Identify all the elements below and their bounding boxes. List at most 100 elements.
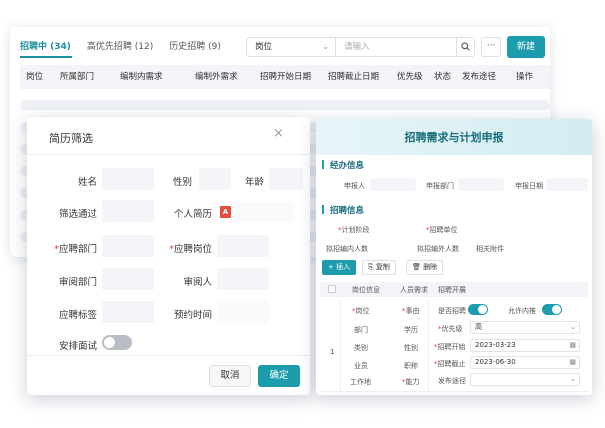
calendar-icon: ▦ [569, 358, 576, 366]
name-field[interactable] [102, 168, 154, 190]
priority-select[interactable]: 高 ⌄ [470, 321, 580, 334]
close-icon[interactable]: × [273, 126, 284, 141]
insert-button[interactable]: + 插入 [322, 260, 357, 275]
search-input[interactable]: 请输入 [335, 37, 475, 57]
arrange-interview-toggle[interactable] [102, 335, 132, 350]
copy-button[interactable]: ⎘ 复制 [362, 260, 396, 275]
col-header: 所属部门 [60, 72, 95, 82]
staff-label: 业员 [354, 362, 368, 370]
publish-channel-label: 发布途径 [438, 377, 466, 385]
planned-in-label: 拟招编内人数 [326, 245, 368, 253]
search-placeholder: 请输入 [344, 42, 370, 52]
section-marker [322, 205, 324, 214]
col-header: 岗位 [26, 72, 44, 82]
publish-channel-select[interactable]: ⌄ [470, 373, 580, 386]
status-tabs: 招聘中 (34) 高优先招聘 (12) 历史招聘 (9) [20, 39, 221, 57]
row-index: 1 [330, 348, 335, 356]
tab-high-priority[interactable]: 高优先招聘 (12) [87, 39, 153, 57]
apply-tag-field[interactable] [102, 301, 154, 323]
new-button[interactable]: 新建 [507, 36, 545, 58]
attachment-label: 相关附件 [476, 245, 504, 253]
subtab-recruit-progress[interactable]: 招聘开展 [438, 285, 466, 295]
position-label: *岗位 [352, 307, 370, 315]
delete-button[interactable]: 🗑 删除 [406, 260, 444, 275]
passed-label: 筛选通过 [58, 209, 97, 220]
active-tab-indicator [20, 56, 72, 58]
apply-dept-field[interactable] [102, 235, 154, 257]
apply-date-field[interactable] [546, 178, 588, 191]
divider [27, 154, 310, 155]
col-header: 状态 [434, 72, 452, 82]
recruitment-plan-dialog: 招聘需求与计划申报 经办信息 申报人 申报部门 申报日期 招聘信息 *计划阶段 … [316, 119, 592, 395]
select-all-checkbox[interactable] [328, 285, 336, 293]
apply-dept-label: *应聘部门 [54, 244, 97, 255]
gender-field[interactable] [199, 168, 231, 190]
apply-position-label: *应聘岗位 [169, 244, 212, 255]
col-header: 优先级 [397, 72, 423, 82]
chevron-down-icon: ⌄ [322, 42, 329, 51]
age-field[interactable] [269, 168, 303, 190]
applicant-dept-label: 申报部门 [426, 182, 454, 190]
applicant-dept-field[interactable] [458, 178, 504, 191]
workplace-label: 工作地 [350, 378, 371, 386]
dept-label: 部门 [354, 326, 368, 334]
section-marker [322, 160, 324, 169]
age-label: 年龄 [244, 177, 264, 188]
name-label: 姓名 [77, 177, 97, 188]
gender-label: 性别 [172, 177, 192, 188]
tab-recruiting[interactable]: 招聘中 (34) [20, 39, 71, 57]
toggle-knob [104, 337, 115, 348]
pdf-file-icon[interactable]: A [220, 206, 231, 218]
col-header: 招聘截止日期 [328, 72, 380, 82]
start-date-field[interactable]: 2023-03-23 ▦ [470, 339, 580, 352]
col-header: 发布途径 [462, 72, 497, 82]
end-date-field[interactable]: 2023-06-30 ▦ [470, 356, 580, 369]
appointment-time-field[interactable] [217, 301, 269, 323]
calendar-icon: ▦ [569, 341, 576, 349]
table-row[interactable] [20, 100, 550, 110]
recruit-unit-label: *招聘单位 [426, 226, 458, 234]
title-label: 职称 [404, 362, 418, 370]
apply-position-field[interactable] [217, 235, 269, 257]
subtab-position-info[interactable]: 岗位信息 [352, 285, 380, 295]
reviewer-label: 审阅人 [183, 277, 212, 288]
search-icon[interactable] [456, 38, 474, 56]
trash-icon: 🗑 [412, 263, 424, 271]
subtab-staff-demand[interactable]: 人员需求 [400, 285, 428, 295]
applicant-label: 申报人 [344, 182, 365, 190]
confirm-button[interactable]: 确定 [258, 365, 300, 387]
section-title: 招聘信息 [330, 206, 365, 216]
more-button[interactable]: ··· [481, 37, 501, 57]
reviewer-field[interactable] [217, 268, 269, 290]
ability-label: *能力 [402, 378, 420, 386]
dialog-title: 招聘需求与计划申报 [404, 131, 504, 144]
plan-stage-label: *计划阶段 [338, 226, 370, 234]
planned-out-label: 拟招编外人数 [417, 245, 459, 253]
col-header: 操作 [516, 72, 534, 82]
col-header: 编制外需求 [195, 72, 238, 82]
arrange-interview-label: 安排面试 [58, 341, 97, 352]
resume-screening-dialog: 简历筛选 × 姓名 性别 年龄 筛选通过 个人简历 A *应聘部门 *应聘岗位 … [27, 117, 310, 395]
education-label: 学历 [404, 326, 418, 334]
col-header: 编制内需求 [120, 72, 163, 82]
copy-icon: ⎘ [368, 263, 376, 271]
cancel-button[interactable]: 取消 [209, 365, 251, 387]
applicant-field[interactable] [370, 178, 416, 191]
chevron-down-icon: ⌄ [570, 375, 576, 383]
allow-referral-toggle[interactable] [542, 304, 562, 315]
gender-label: 性别 [404, 344, 418, 352]
apply-date-label: 申报日期 [515, 182, 543, 190]
filter-field-select[interactable]: 岗位 ⌄ [246, 37, 336, 57]
review-dept-field[interactable] [102, 268, 154, 290]
apply-tag-label: 应聘标签 [58, 310, 97, 321]
is-recruit-toggle[interactable] [468, 304, 488, 315]
is-recruit-label: 是否招聘 [438, 307, 466, 315]
review-dept-label: 审阅部门 [58, 277, 97, 288]
allow-referral-label: 允许内推 [508, 307, 536, 315]
passed-field[interactable] [102, 200, 154, 222]
filter-select-value: 岗位 [255, 42, 273, 52]
tab-history[interactable]: 历史招聘 (9) [169, 39, 221, 57]
dialog-title: 简历筛选 [49, 132, 93, 145]
start-date-label: *招聘开始 [434, 343, 466, 351]
resume-preview-placeholder [235, 202, 293, 222]
